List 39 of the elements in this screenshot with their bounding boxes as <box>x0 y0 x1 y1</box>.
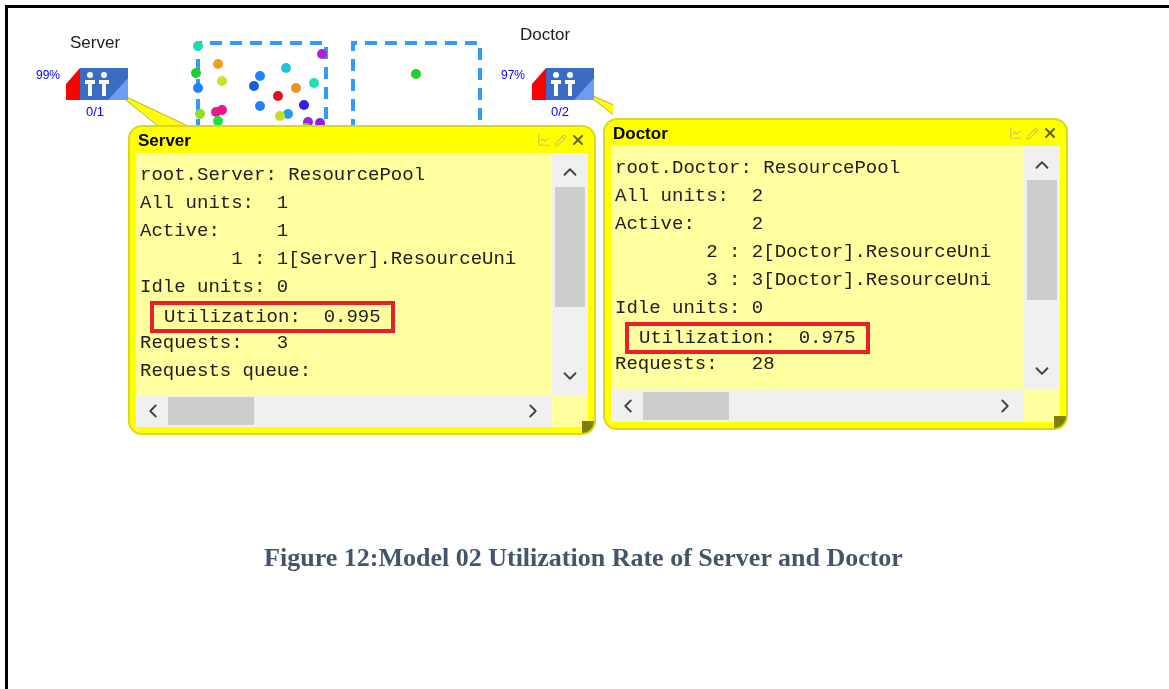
pool-label: Doctor <box>520 24 571 46</box>
vertical-scrollbar[interactable] <box>1024 146 1060 390</box>
utilization-percent: 99% <box>36 67 61 84</box>
horizontal-scrollbar[interactable] <box>136 395 552 427</box>
close-icon[interactable] <box>1042 125 1058 141</box>
text-line: 1 : 1[Server].ResourceUni <box>230 248 517 270</box>
text-line: 3 : 3[Doctor].ResourceUni <box>705 269 992 291</box>
units-count: 0/1 <box>86 103 105 121</box>
text-line: Active: 2 <box>615 213 764 235</box>
units-count: 0/2 <box>551 103 570 121</box>
horizontal-scrollbar[interactable] <box>611 390 1024 422</box>
scroll-thumb[interactable] <box>1027 180 1057 300</box>
text-line: 2 : 2[Doctor].ResourceUni <box>705 241 992 263</box>
close-icon[interactable] <box>570 132 586 148</box>
text-line: Requests: 28 <box>615 353 775 375</box>
scroll-thumb[interactable] <box>555 187 585 307</box>
resize-handle[interactable] <box>582 421 594 433</box>
utilization-percent: 97% <box>501 67 526 84</box>
text-line: All units: 2 <box>615 185 764 207</box>
text-line: Requests: 3 <box>140 332 289 354</box>
resource-pool-icon[interactable] <box>532 68 594 100</box>
text-line: root.Server: ResourcePool <box>140 164 426 186</box>
vertical-scrollbar[interactable] <box>552 153 588 395</box>
scroll-thumb[interactable] <box>643 392 729 420</box>
resize-handle[interactable] <box>1054 416 1066 428</box>
text-line: Active: 1 <box>140 220 289 242</box>
window-title: Doctor <box>613 124 668 142</box>
text-line: All units: 1 <box>140 192 289 214</box>
figure-caption: Figure 12:Model 02 Utilization Rate of Server and Doctor <box>264 542 903 574</box>
window-title: Server <box>138 131 191 149</box>
scrollbar-corner <box>1024 390 1060 422</box>
resource-pool-icon[interactable] <box>66 68 128 100</box>
scroll-thumb[interactable] <box>168 397 254 425</box>
scrollbar-corner <box>552 395 588 427</box>
text-line: Requests queue: <box>140 360 312 382</box>
text-line: Idle units: 0 <box>140 276 289 298</box>
text-line: root.Doctor: ResourcePool <box>615 157 901 179</box>
pool-label: Server <box>70 32 121 54</box>
text-line: Idle units: 0 <box>615 297 764 319</box>
